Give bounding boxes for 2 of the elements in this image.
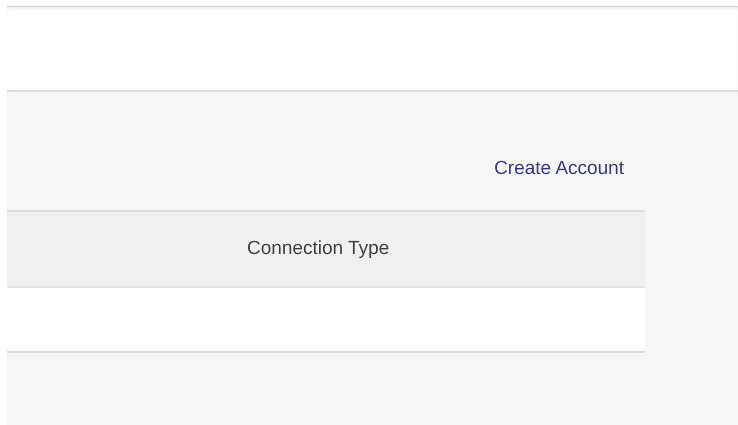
column-header[interactable]: Connection Type [7, 211, 645, 287]
create-account-link[interactable]: Create Account [494, 158, 624, 180]
